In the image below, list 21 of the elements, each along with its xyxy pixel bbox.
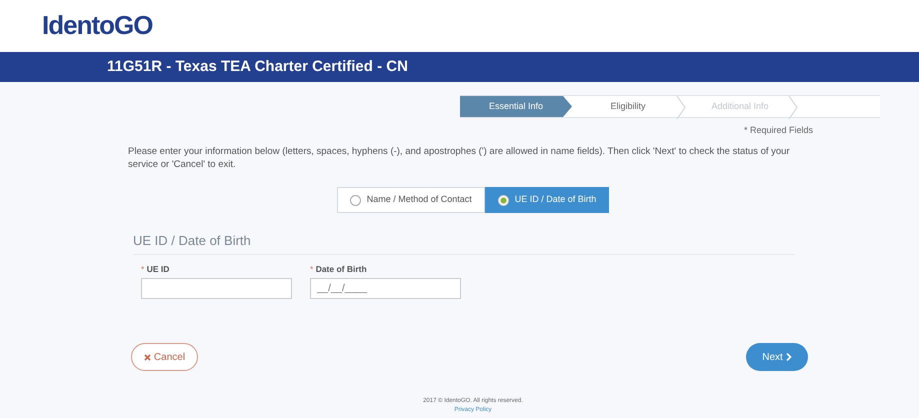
section-heading: UE ID / Date of Birth (133, 231, 795, 255)
step-tab[interactable]: Eligibility (572, 96, 684, 117)
cancel-button[interactable]: Cancel (131, 343, 198, 372)
radio-icon (498, 194, 509, 206)
step-tab[interactable]: Essential Info (460, 96, 572, 117)
field-label: * UE ID (141, 262, 170, 276)
logo: IdentoGO (42, 10, 152, 40)
required-fields-note: * Required Fields (742, 124, 813, 137)
chevron-divider-icon (676, 96, 686, 119)
lookup-option[interactable]: UE ID / Date of Birth (484, 187, 610, 214)
instructions-text: Please enter your information below (letters, spaces, hyphens (-), and apostrophes (') are allowed in name fields). Then click 'Next' to check the status of your service or 'Cancel' to exit. (128, 144, 791, 172)
close-icon (144, 354, 151, 361)
lookup-option[interactable]: Name / Method of Contact (336, 187, 485, 214)
chevron-right-icon (786, 353, 792, 362)
field-label: * Date of Birth (310, 262, 368, 276)
page-title: 11G51R - Texas TEA Charter Certified - CN (107, 56, 408, 77)
input-field[interactable]: __/__/____ (310, 278, 461, 300)
next-button[interactable]: Next (746, 343, 808, 372)
chevron-divider-icon (788, 96, 798, 119)
radio-icon (350, 194, 361, 206)
input-field[interactable] (141, 278, 292, 300)
